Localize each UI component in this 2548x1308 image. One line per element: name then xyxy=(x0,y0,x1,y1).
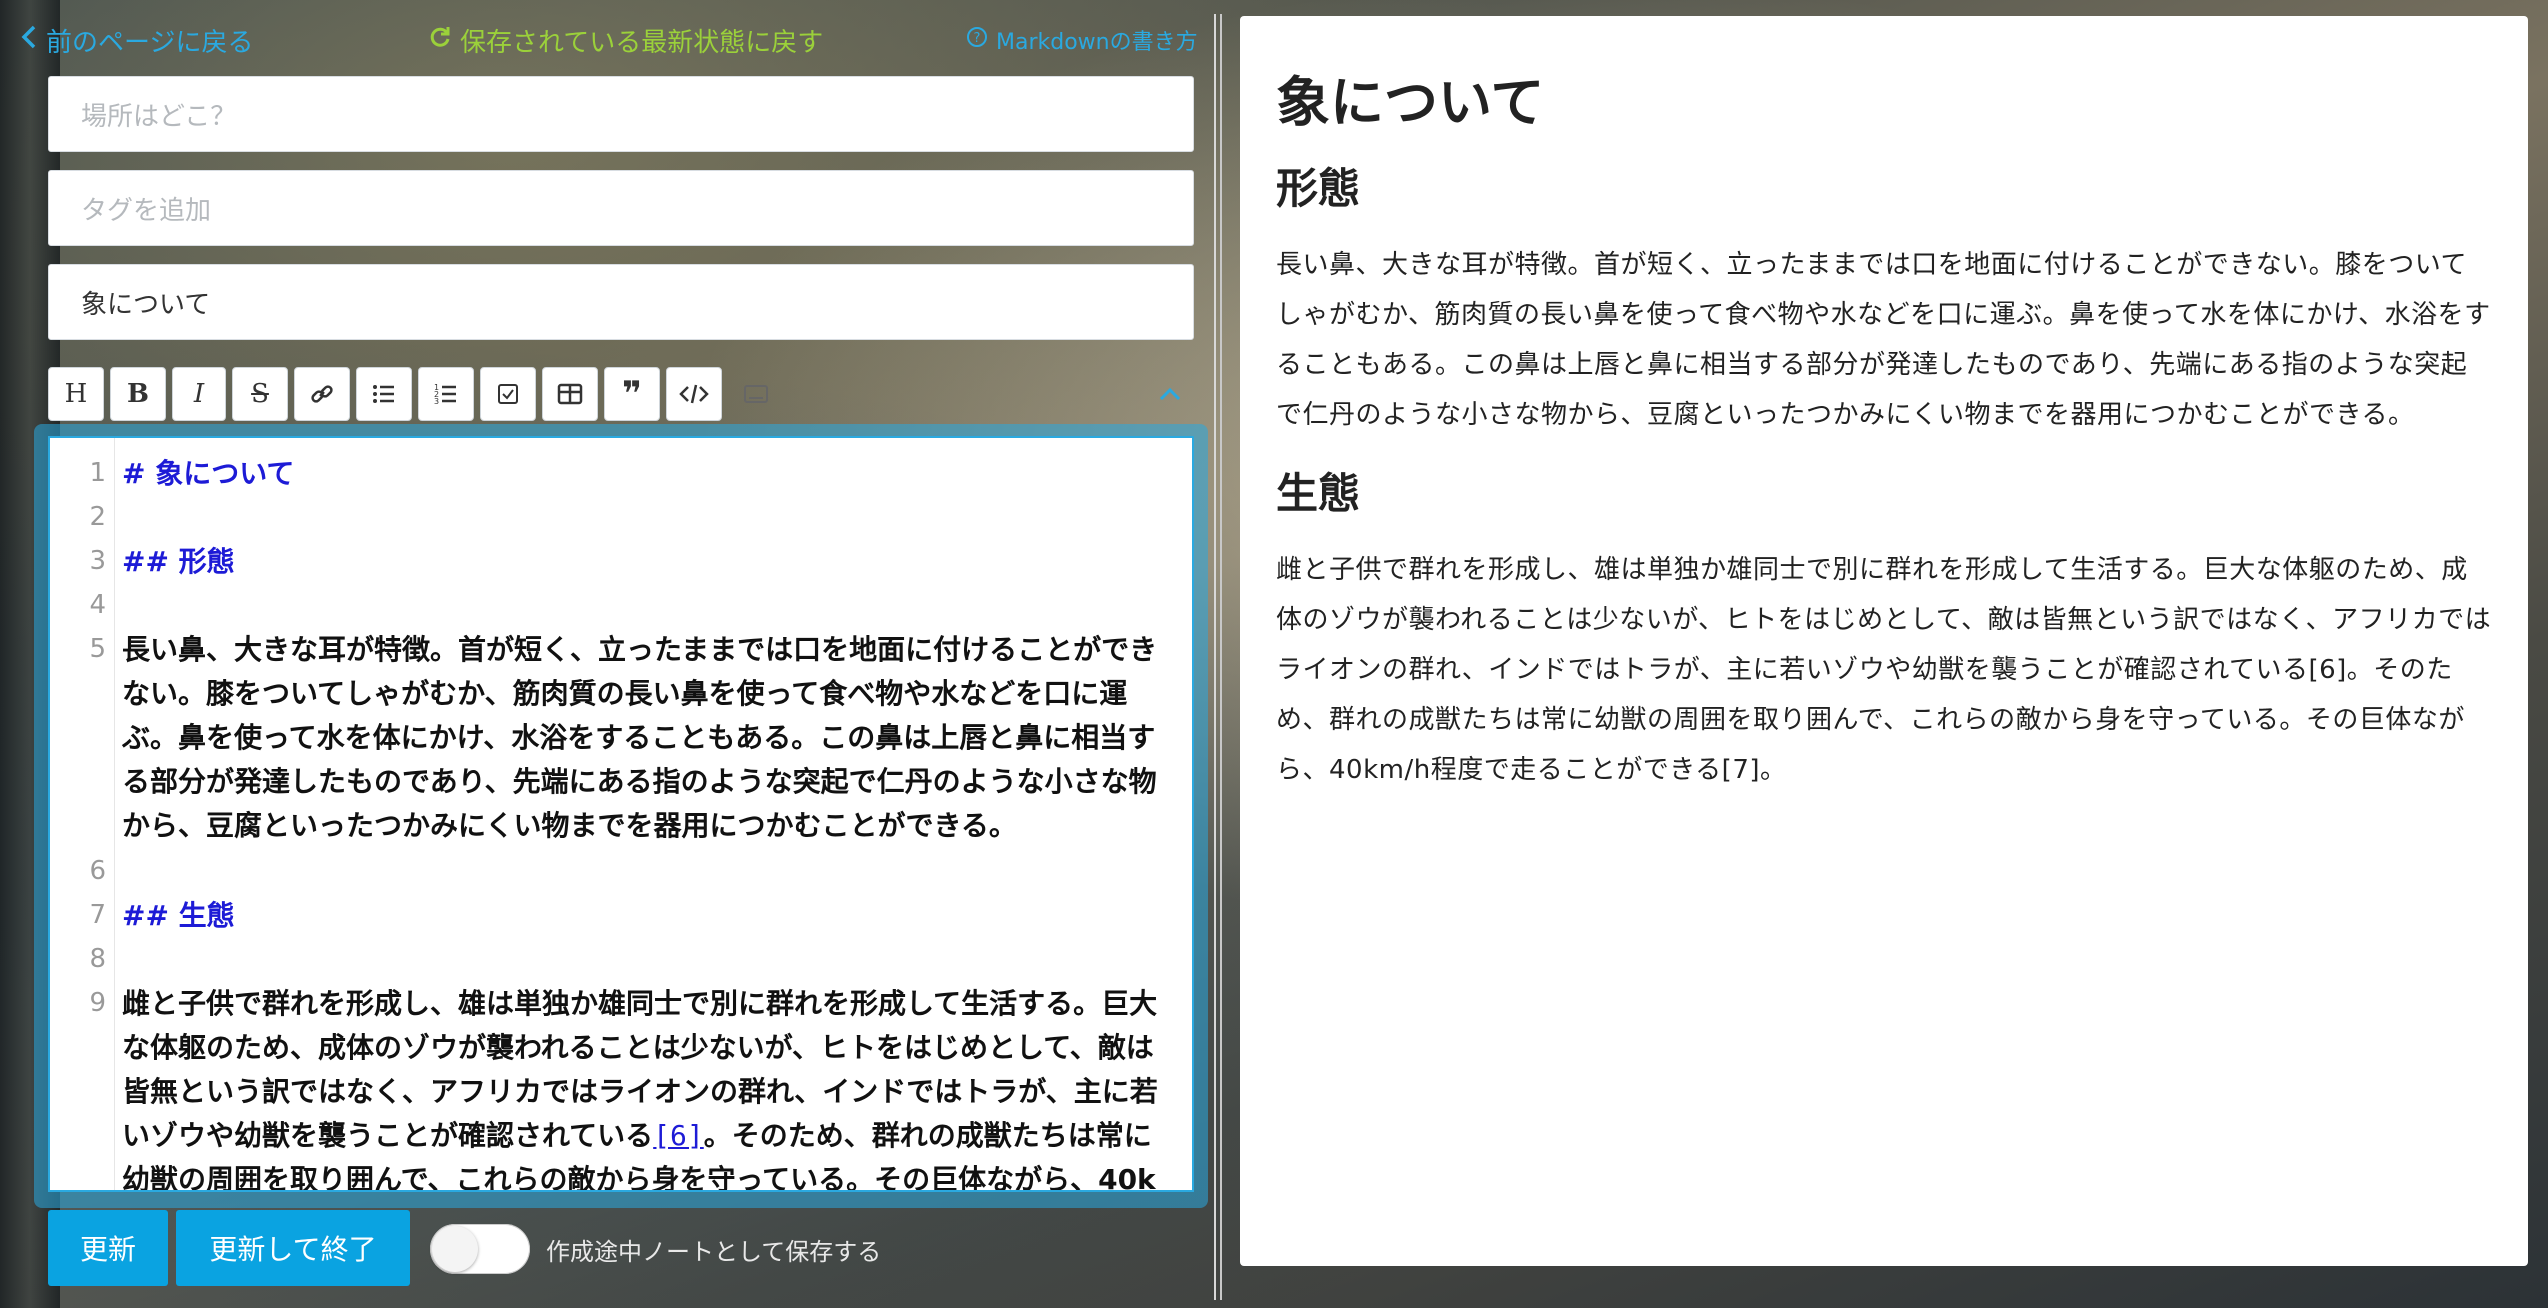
markdown-editor[interactable]: 1 # 象について 2 3 ## 形態 4 5 長い鼻、大きな耳が特徴。首が短く… xyxy=(48,436,1194,1192)
line-number: 7 xyxy=(89,900,106,930)
line-number: 5 xyxy=(89,634,106,664)
preview-paragraph: 長い鼻、大きな耳が特徴。首が短く、立ったままでは口を地面に付けることができない。… xyxy=(1276,250,2491,430)
line-text: # 象について xyxy=(122,457,295,490)
bullet-list-button[interactable] xyxy=(356,367,412,421)
line-text: ## 形態 xyxy=(122,545,235,578)
markdown-help-label: Markdownの書き方 xyxy=(996,30,1198,55)
checkbox-button[interactable] xyxy=(480,367,536,421)
draft-toggle-label: 作成途中ノートとして保存する xyxy=(546,1238,882,1266)
heading-icon: H xyxy=(64,379,88,409)
numbered-list-button[interactable]: 123 xyxy=(418,367,474,421)
preview-heading-morphology: 形態 xyxy=(1276,165,1361,212)
table-icon xyxy=(557,383,583,405)
restore-latest-label: 保存されている最新状態に戻す xyxy=(460,27,824,58)
code-icon xyxy=(679,384,709,404)
line-number: 1 xyxy=(89,458,106,488)
quote-icon: ❞ xyxy=(622,374,642,414)
chevron-left-icon xyxy=(20,24,38,57)
italic-icon: I xyxy=(193,379,205,409)
back-link-label: 前のページに戻る xyxy=(46,27,254,58)
tags-placeholder: タグを追加 xyxy=(81,195,212,226)
refresh-icon xyxy=(428,25,452,56)
markdown-help-link[interactable]: ? Markdownの書き方 xyxy=(966,18,1198,62)
editor-toolbar: H B I S 123 ❞ xyxy=(48,366,784,422)
preview-heading-ecology: 生態 xyxy=(1276,470,1361,517)
question-circle-icon: ? xyxy=(966,26,988,54)
preview-paragraph: 雌と子供で群れを形成し、雄は単独か雄同士で別に群れを形成して生活する。巨大な体躯… xyxy=(1276,555,2492,785)
line-number: 9 xyxy=(89,988,106,1018)
location-placeholder: 場所はどこ？ xyxy=(81,101,237,132)
pane-divider-line xyxy=(1220,14,1222,1300)
tags-input[interactable]: タグを追加 xyxy=(48,170,1194,246)
link-button[interactable] xyxy=(294,367,350,421)
bold-button[interactable]: B xyxy=(110,367,166,421)
update-button-label: 更新 xyxy=(79,1233,136,1266)
heading-button[interactable]: H xyxy=(48,367,104,421)
chevron-up-icon xyxy=(1159,387,1181,401)
draft-toggle-knob xyxy=(432,1226,478,1272)
update-and-exit-button[interactable]: 更新して終了 xyxy=(176,1210,410,1286)
line-number: 6 xyxy=(89,856,106,886)
line-text: 雌と子供で群れを形成し、雄は単独か雄同士で別に群れを形成して生活する。巨大な体躯… xyxy=(122,982,1174,1190)
update-and-exit-label: 更新して終了 xyxy=(209,1233,377,1266)
title-input[interactable]: 象について xyxy=(48,264,1194,340)
location-input[interactable]: 場所はどこ？ xyxy=(48,76,1194,152)
line-text: 長い鼻、大きな耳が特徴。首が短く、立ったままでは口を地面に付けることができない。… xyxy=(122,633,1158,842)
line-text: ## 生態 xyxy=(122,899,235,932)
table-button[interactable] xyxy=(542,367,598,421)
line-number: 3 xyxy=(89,546,106,576)
italic-button[interactable]: I xyxy=(172,367,226,421)
back-link[interactable]: 前のページに戻る xyxy=(20,18,253,62)
restore-latest-link[interactable]: 保存されている最新状態に戻す xyxy=(428,18,823,62)
line-number: 4 xyxy=(89,590,106,620)
strikethrough-button[interactable]: S xyxy=(232,367,288,421)
preview-title: 象について xyxy=(1276,73,1545,133)
image-button[interactable] xyxy=(728,367,784,421)
title-value: 象について xyxy=(81,289,211,320)
line-number: 2 xyxy=(89,502,106,532)
bold-icon: B xyxy=(127,379,149,409)
citation-link[interactable]: [6] xyxy=(653,1119,704,1152)
code-button[interactable] xyxy=(666,367,722,421)
pane-divider[interactable] xyxy=(1214,14,1216,1300)
image-icon xyxy=(744,385,768,403)
svg-text:?: ? xyxy=(974,31,981,46)
strikethrough-icon: S xyxy=(251,379,269,409)
checkbox-icon xyxy=(498,384,518,404)
line-number: 8 xyxy=(89,944,106,974)
numbered-list-icon: 123 xyxy=(434,383,456,406)
link-icon xyxy=(311,385,333,403)
update-button[interactable]: 更新 xyxy=(48,1210,168,1286)
svg-text:3: 3 xyxy=(434,397,439,406)
quote-button[interactable]: ❞ xyxy=(604,367,660,421)
draft-toggle[interactable] xyxy=(430,1224,530,1274)
bullet-list-icon xyxy=(373,385,394,403)
markdown-preview: 象について 形態 長い鼻、大きな耳が特徴。首が短く、立ったままでは口を地面に付け… xyxy=(1240,16,2528,1266)
collapse-toolbar-button[interactable] xyxy=(1150,374,1190,414)
